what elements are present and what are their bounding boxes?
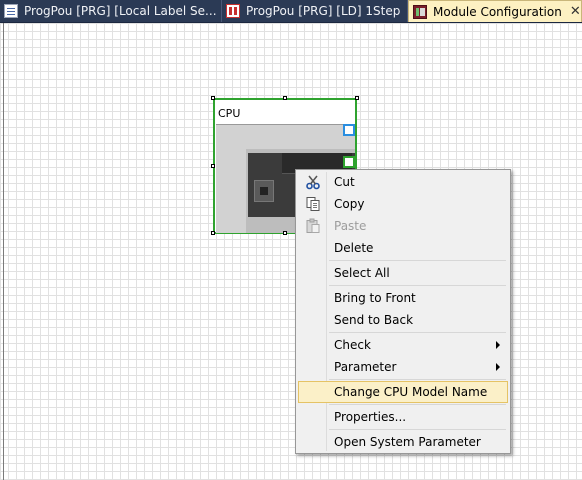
menu-item-copy[interactable]: Copy xyxy=(298,193,508,215)
scissors-icon xyxy=(306,175,320,190)
context-menu: Cut Copy Paste Delete Select All Bring t… xyxy=(295,169,511,454)
resize-handle-top[interactable] xyxy=(283,96,287,100)
menu-item-send-to-back[interactable]: Send to Back xyxy=(298,309,508,331)
menu-item-label: Send to Back xyxy=(334,313,414,327)
menu-item-delete[interactable]: Delete xyxy=(298,237,508,259)
resize-handle-top-left[interactable] xyxy=(211,96,215,100)
menu-item-label: Check xyxy=(334,338,371,352)
resize-handle-top-right[interactable] xyxy=(355,96,359,100)
tab-label: Module Configuration xyxy=(433,4,562,19)
document-tab-bar: ProgPou [PRG] [Local Label Se... ProgPou… xyxy=(0,0,582,23)
connection-point-blue[interactable] xyxy=(343,124,355,136)
menu-item-change-cpu-model-name[interactable]: Change CPU Model Name xyxy=(298,381,508,403)
menu-item-label: Copy xyxy=(334,197,365,211)
menu-item-label: Paste xyxy=(334,219,367,233)
tab-local-label-setting[interactable]: ProgPou [PRG] [Local Label Se... xyxy=(0,0,222,22)
menu-item-select-all[interactable]: Select All xyxy=(298,262,508,284)
resize-handle-left[interactable] xyxy=(211,164,215,168)
menu-item-properties[interactable]: Properties... xyxy=(298,406,508,428)
ladder-icon xyxy=(226,4,240,18)
copy-icon xyxy=(306,197,320,211)
tab-label: ProgPou [PRG] [Local Label Se... xyxy=(24,4,217,18)
menu-item-label: Select All xyxy=(334,266,390,280)
menu-item-label: Change CPU Model Name xyxy=(334,385,488,399)
menu-item-label: Cut xyxy=(334,175,355,189)
menu-item-label: Parameter xyxy=(334,360,397,374)
menu-item-check[interactable]: Check xyxy=(298,334,508,356)
menu-separator xyxy=(329,379,506,380)
menu-item-label: Bring to Front xyxy=(334,291,416,305)
menu-item-label: Properties... xyxy=(334,410,407,424)
tab-ladder-program[interactable]: ProgPou [PRG] [LD] 1Step xyxy=(222,0,408,22)
module-title: CPU xyxy=(218,107,241,120)
connection-point-green[interactable] xyxy=(343,156,355,168)
paste-icon xyxy=(306,218,320,233)
tab-module-configuration[interactable]: Module Configuration ✕ xyxy=(408,0,582,22)
menu-item-open-system-parameter[interactable]: Open System Parameter xyxy=(298,431,508,453)
menu-item-cut[interactable]: Cut xyxy=(298,171,508,193)
module-config-icon xyxy=(413,4,427,19)
submenu-arrow-icon xyxy=(496,363,500,371)
menu-separator xyxy=(329,332,506,333)
tab-label: ProgPou [PRG] [LD] 1Step xyxy=(246,4,401,18)
menu-item-label: Open System Parameter xyxy=(334,435,481,449)
ethernet-port-icon xyxy=(254,180,274,202)
menu-separator xyxy=(329,260,506,261)
submenu-arrow-icon xyxy=(496,341,500,349)
menu-separator xyxy=(329,404,506,405)
label-icon xyxy=(4,4,18,18)
resize-handle-bottom[interactable] xyxy=(283,231,287,235)
resize-handle-bottom-left[interactable] xyxy=(211,231,215,235)
menu-item-paste[interactable]: Paste xyxy=(298,215,508,237)
menu-item-label: Delete xyxy=(334,241,374,255)
menu-separator xyxy=(329,429,506,430)
menu-item-parameter[interactable]: Parameter xyxy=(298,356,508,378)
close-icon[interactable]: ✕ xyxy=(570,4,581,19)
menu-item-bring-to-front[interactable]: Bring to Front xyxy=(298,287,508,309)
canvas-border xyxy=(3,23,4,480)
menu-separator xyxy=(329,285,506,286)
